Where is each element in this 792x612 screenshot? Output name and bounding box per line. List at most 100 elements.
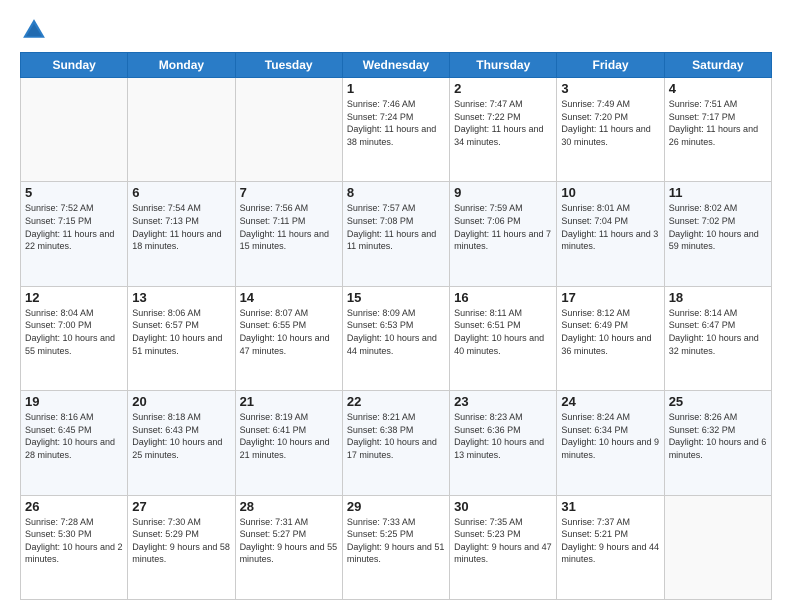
day-info: Sunrise: 8:26 AMSunset: 6:32 PMDaylight:… bbox=[669, 411, 767, 461]
logo-icon bbox=[20, 16, 48, 44]
calendar-cell: 18 Sunrise: 8:14 AMSunset: 6:47 PMDayligh… bbox=[664, 286, 771, 390]
calendar-cell: 10Sunrise: 8:01 AMSunset: 7:04 PMDayligh… bbox=[557, 182, 664, 286]
day-number: 5 bbox=[25, 185, 123, 200]
day-info: Sunrise: 8:19 AMSunset: 6:41 PMDaylight:… bbox=[240, 411, 338, 461]
day-number: 3 bbox=[561, 81, 659, 96]
day-info: Sunrise: 8:09 AMSunset: 6:53 PMDaylight:… bbox=[347, 307, 445, 357]
calendar-week-5: 26Sunrise: 7:28 AMSunset: 5:30 PMDayligh… bbox=[21, 495, 772, 599]
day-info: Sunrise: 8:11 AMSunset: 6:51 PMDaylight:… bbox=[454, 307, 552, 357]
day-info: Sunrise: 8:14 AMSunset: 6:47 PMDaylight:… bbox=[669, 307, 767, 357]
day-info: Sunrise: 7:35 AMSunset: 5:23 PMDaylight:… bbox=[454, 516, 552, 566]
day-info: Sunrise: 7:56 AMSunset: 7:11 PMDaylight:… bbox=[240, 202, 338, 252]
weekday-header-tuesday: Tuesday bbox=[235, 53, 342, 78]
calendar-cell: 5Sunrise: 7:52 AMSunset: 7:15 PMDaylight… bbox=[21, 182, 128, 286]
calendar-week-1: 1Sunrise: 7:46 AMSunset: 7:24 PMDaylight… bbox=[21, 78, 772, 182]
day-info: Sunrise: 7:54 AMSunset: 7:13 PMDaylight:… bbox=[132, 202, 230, 252]
day-number: 14 bbox=[240, 290, 338, 305]
day-number: 30 bbox=[454, 499, 552, 514]
calendar-cell: 30 Sunrise: 7:35 AMSunset: 5:23 PMDayligh… bbox=[450, 495, 557, 599]
day-info: Sunrise: 8:04 AMSunset: 7:00 PMDaylight:… bbox=[25, 307, 123, 357]
day-number: 31 bbox=[561, 499, 659, 514]
day-number: 20 bbox=[132, 394, 230, 409]
calendar-week-2: 5Sunrise: 7:52 AMSunset: 7:15 PMDaylight… bbox=[21, 182, 772, 286]
day-info: Sunrise: 7:30 AMSunset: 5:29 PMDaylight:… bbox=[132, 516, 230, 566]
calendar-cell: 1Sunrise: 7:46 AMSunset: 7:24 PMDaylight… bbox=[342, 78, 449, 182]
day-info: Sunrise: 7:31 AMSunset: 5:27 PMDaylight:… bbox=[240, 516, 338, 566]
day-info: Sunrise: 8:06 AMSunset: 6:57 PMDaylight:… bbox=[132, 307, 230, 357]
day-number: 27 bbox=[132, 499, 230, 514]
day-number: 24 bbox=[561, 394, 659, 409]
header bbox=[20, 16, 772, 44]
day-number: 13 bbox=[132, 290, 230, 305]
day-info: Sunrise: 7:51 AMSunset: 7:17 PMDaylight:… bbox=[669, 98, 767, 148]
weekday-header-wednesday: Wednesday bbox=[342, 53, 449, 78]
calendar-cell bbox=[128, 78, 235, 182]
day-number: 7 bbox=[240, 185, 338, 200]
calendar-cell: 31 Sunrise: 7:37 AMSunset: 5:21 PMDayligh… bbox=[557, 495, 664, 599]
calendar-cell: 11Sunrise: 8:02 AMSunset: 7:02 PMDayligh… bbox=[664, 182, 771, 286]
day-info: Sunrise: 8:01 AMSunset: 7:04 PMDaylight:… bbox=[561, 202, 659, 252]
calendar-cell: 13 Sunrise: 8:06 AMSunset: 6:57 PMDayligh… bbox=[128, 286, 235, 390]
day-number: 19 bbox=[25, 394, 123, 409]
day-info: Sunrise: 7:46 AMSunset: 7:24 PMDaylight:… bbox=[347, 98, 445, 148]
day-number: 6 bbox=[132, 185, 230, 200]
calendar-cell: 3 Sunrise: 7:49 AMSunset: 7:20 PMDaylight… bbox=[557, 78, 664, 182]
day-info: Sunrise: 8:12 AMSunset: 6:49 PMDaylight:… bbox=[561, 307, 659, 357]
day-number: 29 bbox=[347, 499, 445, 514]
day-info: Sunrise: 8:07 AMSunset: 6:55 PMDaylight:… bbox=[240, 307, 338, 357]
day-info: Sunrise: 8:24 AMSunset: 6:34 PMDaylight:… bbox=[561, 411, 659, 461]
day-info: Sunrise: 7:37 AMSunset: 5:21 PMDaylight:… bbox=[561, 516, 659, 566]
calendar-cell: 9Sunrise: 7:59 AMSunset: 7:06 PMDaylight… bbox=[450, 182, 557, 286]
weekday-header-monday: Monday bbox=[128, 53, 235, 78]
day-number: 17 bbox=[561, 290, 659, 305]
day-info: Sunrise: 8:18 AMSunset: 6:43 PMDaylight:… bbox=[132, 411, 230, 461]
day-number: 26 bbox=[25, 499, 123, 514]
calendar-cell: 23Sunrise: 8:23 AMSunset: 6:36 PMDayligh… bbox=[450, 391, 557, 495]
day-number: 18 bbox=[669, 290, 767, 305]
calendar-cell bbox=[664, 495, 771, 599]
calendar-cell: 16Sunrise: 8:11 AMSunset: 6:51 PMDayligh… bbox=[450, 286, 557, 390]
calendar-week-3: 12 Sunrise: 8:04 AMSunset: 7:00 PMDayligh… bbox=[21, 286, 772, 390]
calendar-table: SundayMondayTuesdayWednesdayThursdayFrid… bbox=[20, 52, 772, 600]
calendar-cell: 4 Sunrise: 7:51 AMSunset: 7:17 PMDaylight… bbox=[664, 78, 771, 182]
day-number: 21 bbox=[240, 394, 338, 409]
day-info: Sunrise: 7:49 AMSunset: 7:20 PMDaylight:… bbox=[561, 98, 659, 148]
calendar-cell: 12 Sunrise: 8:04 AMSunset: 7:00 PMDayligh… bbox=[21, 286, 128, 390]
calendar-cell: 29 Sunrise: 7:33 AMSunset: 5:25 PMDayligh… bbox=[342, 495, 449, 599]
day-info: Sunrise: 7:33 AMSunset: 5:25 PMDaylight:… bbox=[347, 516, 445, 566]
calendar-cell: 27 Sunrise: 7:30 AMSunset: 5:29 PMDayligh… bbox=[128, 495, 235, 599]
day-number: 15 bbox=[347, 290, 445, 305]
weekday-header-friday: Friday bbox=[557, 53, 664, 78]
calendar-cell: 22Sunrise: 8:21 AMSunset: 6:38 PMDayligh… bbox=[342, 391, 449, 495]
calendar-cell: 24 Sunrise: 8:24 AMSunset: 6:34 PMDayligh… bbox=[557, 391, 664, 495]
calendar-cell: 20 Sunrise: 8:18 AMSunset: 6:43 PMDayligh… bbox=[128, 391, 235, 495]
calendar-cell: 25 Sunrise: 8:26 AMSunset: 6:32 PMDayligh… bbox=[664, 391, 771, 495]
day-number: 8 bbox=[347, 185, 445, 200]
calendar-cell: 2 Sunrise: 7:47 AMSunset: 7:22 PMDaylight… bbox=[450, 78, 557, 182]
calendar-cell: 26Sunrise: 7:28 AMSunset: 5:30 PMDayligh… bbox=[21, 495, 128, 599]
calendar-cell: 17 Sunrise: 8:12 AMSunset: 6:49 PMDayligh… bbox=[557, 286, 664, 390]
day-number: 23 bbox=[454, 394, 552, 409]
calendar-cell: 6 Sunrise: 7:54 AMSunset: 7:13 PMDaylight… bbox=[128, 182, 235, 286]
day-info: Sunrise: 7:57 AMSunset: 7:08 PMDaylight:… bbox=[347, 202, 445, 252]
day-info: Sunrise: 8:02 AMSunset: 7:02 PMDaylight:… bbox=[669, 202, 767, 252]
calendar-cell: 28 Sunrise: 7:31 AMSunset: 5:27 PMDayligh… bbox=[235, 495, 342, 599]
weekday-header-row: SundayMondayTuesdayWednesdayThursdayFrid… bbox=[21, 53, 772, 78]
calendar-cell: 19 Sunrise: 8:16 AMSunset: 6:45 PMDayligh… bbox=[21, 391, 128, 495]
day-info: Sunrise: 7:47 AMSunset: 7:22 PMDaylight:… bbox=[454, 98, 552, 148]
calendar-cell bbox=[21, 78, 128, 182]
day-number: 25 bbox=[669, 394, 767, 409]
day-number: 2 bbox=[454, 81, 552, 96]
weekday-header-saturday: Saturday bbox=[664, 53, 771, 78]
day-number: 28 bbox=[240, 499, 338, 514]
calendar-cell bbox=[235, 78, 342, 182]
weekday-header-sunday: Sunday bbox=[21, 53, 128, 78]
day-info: Sunrise: 8:16 AMSunset: 6:45 PMDaylight:… bbox=[25, 411, 123, 461]
day-number: 12 bbox=[25, 290, 123, 305]
day-number: 4 bbox=[669, 81, 767, 96]
day-number: 9 bbox=[454, 185, 552, 200]
page: SundayMondayTuesdayWednesdayThursdayFrid… bbox=[0, 0, 792, 612]
calendar-cell: 21 Sunrise: 8:19 AMSunset: 6:41 PMDayligh… bbox=[235, 391, 342, 495]
calendar-cell: 15 Sunrise: 8:09 AMSunset: 6:53 PMDayligh… bbox=[342, 286, 449, 390]
logo bbox=[20, 16, 52, 44]
